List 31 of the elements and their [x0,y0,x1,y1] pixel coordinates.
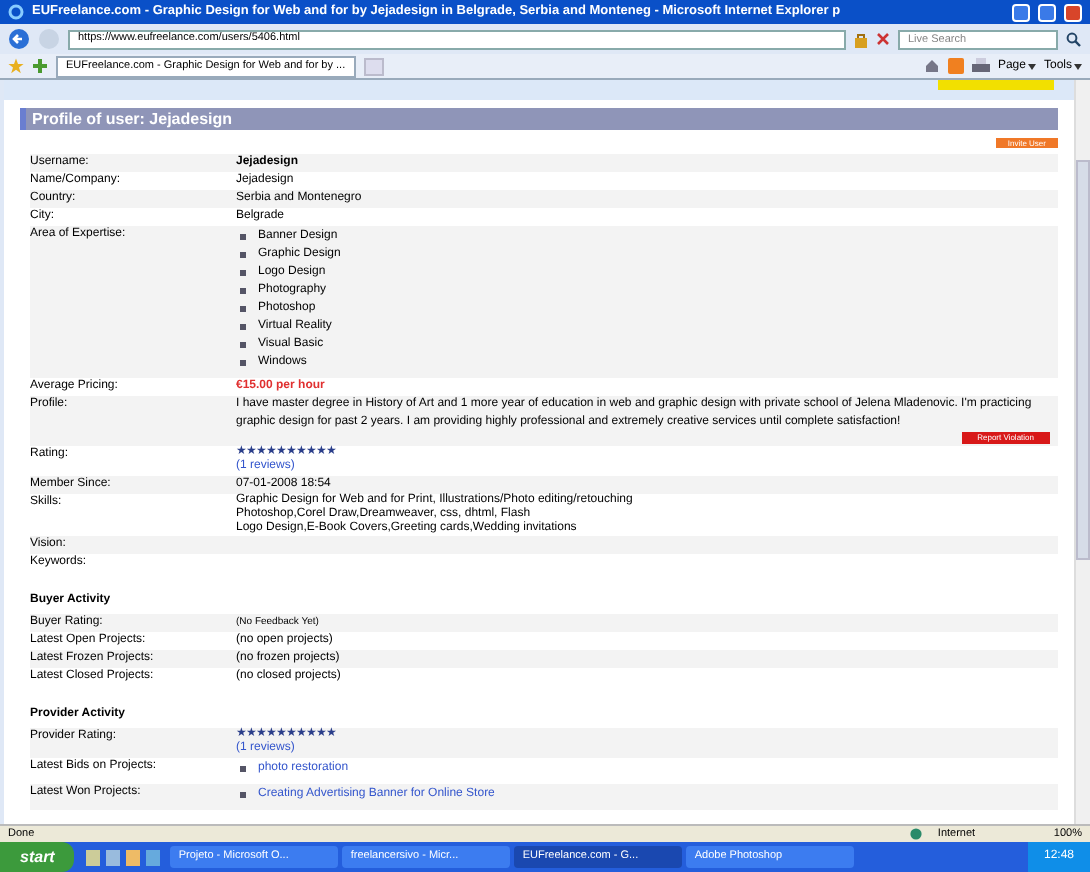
globe-icon [909,828,922,840]
quick-launch-icons-drawing[interactable] [82,849,163,865]
feed-icon[interactable] [947,58,964,74]
bullet-icon [240,270,246,276]
bullet-icon [240,306,246,312]
star-icon[interactable] [8,58,24,74]
caret-icon [1074,63,1082,69]
add-favorite-icon[interactable] [32,58,48,74]
bullet-icon [240,288,246,294]
bullet-icon [240,342,246,348]
bullet-icon [240,792,246,798]
search-icon[interactable] [1066,31,1082,47]
scrollbar-thumb[interactable] [1076,160,1090,560]
bullet-icon [240,766,246,772]
lock-icon [854,31,868,47]
bullet-icon [240,324,246,330]
profile-heading: Profile of user: Jejadesign [32,111,233,127]
printer-icon[interactable] [971,58,990,74]
caret-icon [1027,63,1036,69]
close-button[interactable] [1064,3,1082,21]
bullet-icon [240,252,246,258]
start-button[interactable]: start [0,842,75,872]
maximize-button[interactable] [1038,3,1056,21]
close-icon[interactable] [876,32,890,46]
scrollbar[interactable] [1074,80,1090,824]
home-icon[interactable] [923,58,940,74]
bullet-icon [240,234,246,240]
back-icon[interactable] [8,28,30,50]
browser-icon [8,4,24,20]
minimize-button[interactable] [1012,3,1030,21]
bullet-icon [240,360,246,366]
